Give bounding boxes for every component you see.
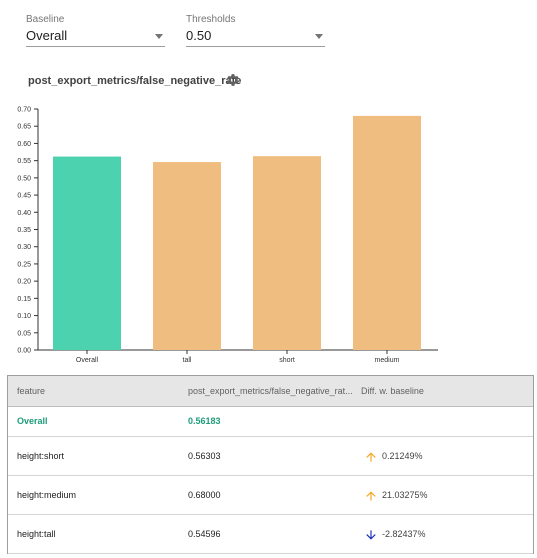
table-row[interactable]: Overall 0.56183 [8, 407, 533, 437]
thresholds-dropdown[interactable]: Thresholds 0.50 [186, 14, 325, 47]
y-tick-label: 0.25 [17, 261, 31, 268]
metric-title: post_export_metrics/false_negative_rate [28, 75, 242, 87]
metrics-table: feature post_export_metrics/false_negati… [7, 375, 534, 554]
diff-value: -2.82437% [382, 529, 426, 539]
arrow-down-icon [366, 529, 376, 540]
bar-overall [53, 156, 121, 350]
y-tick-label: 0.50 [17, 175, 31, 182]
table-row[interactable]: height:tall 0.54596 -2.82437% [8, 515, 533, 554]
y-tick-label: 0.15 [17, 296, 31, 303]
diff-cell: -2.82437% [364, 515, 426, 554]
diff-value: 21.03275% [382, 490, 428, 500]
y-tick-label: 0.05 [17, 330, 31, 337]
x-tick-label: Overall [76, 357, 99, 364]
feature-cell: height:tall [17, 529, 56, 539]
diff-value: 0.21249% [382, 451, 423, 461]
y-tick-label: 0.55 [17, 158, 31, 165]
value-cell: 0.56183 [188, 416, 221, 426]
x-tick-label: medium [375, 357, 400, 364]
y-tick-label: 0.70 [17, 107, 31, 114]
value-cell: 0.54596 [188, 529, 221, 539]
value-cell: 0.56303 [188, 451, 221, 461]
y-tick-label: 0.00 [17, 348, 31, 355]
baseline-label: Baseline [26, 14, 65, 25]
y-tick-label: 0.65 [17, 124, 31, 131]
thresholds-label: Thresholds [186, 14, 236, 25]
bar-tall [153, 162, 221, 350]
diff-cell: 0.21249% [364, 437, 423, 476]
table-header-row: feature post_export_metrics/false_negati… [8, 376, 533, 407]
feature-cell: Overall [17, 416, 48, 426]
arrow-up-icon [366, 490, 376, 501]
arrow-up-icon [366, 451, 376, 462]
caret-down-icon [315, 34, 323, 39]
bar-short [253, 156, 321, 350]
table-row[interactable]: height:short 0.56303 0.21249% [8, 437, 533, 476]
y-tick-label: 0.35 [17, 227, 31, 234]
bar-medium [353, 115, 421, 350]
column-header-metric[interactable]: post_export_metrics/false_negative_rat..… [188, 376, 356, 407]
y-tick-label: 0.45 [17, 193, 31, 200]
y-tick-label: 0.30 [17, 244, 31, 251]
y-tick-label: 0.60 [17, 141, 31, 148]
diff-cell: 21.03275% [364, 476, 428, 515]
column-header-diff[interactable]: Diff. w. baseline [361, 376, 424, 407]
y-tick-label: 0.10 [17, 313, 31, 320]
caret-down-icon [155, 34, 163, 39]
x-tick-label: short [279, 357, 295, 364]
x-tick-label: tall [183, 357, 192, 364]
y-tick-label: 0.20 [17, 279, 31, 286]
feature-cell: height:medium [17, 490, 77, 500]
value-cell: 0.68000 [188, 490, 221, 500]
bar-chart: 0.00 0.05 0.10 0.15 0.20 0.25 0.30 0.35 0.40 0.45… [17, 107, 438, 364]
baseline-value: Overall [26, 28, 68, 43]
dropdown-underline [26, 46, 165, 47]
column-header-feature[interactable]: feature [17, 376, 45, 407]
thresholds-value: 0.50 [186, 28, 212, 43]
feature-cell: height:short [17, 451, 65, 461]
y-tick-label: 0.40 [17, 210, 31, 217]
baseline-dropdown[interactable]: Baseline Overall [26, 14, 165, 47]
dropdown-underline [186, 46, 325, 47]
table-row[interactable]: height:medium 0.68000 21.03275% [8, 476, 533, 515]
gear-icon[interactable] [226, 73, 240, 87]
